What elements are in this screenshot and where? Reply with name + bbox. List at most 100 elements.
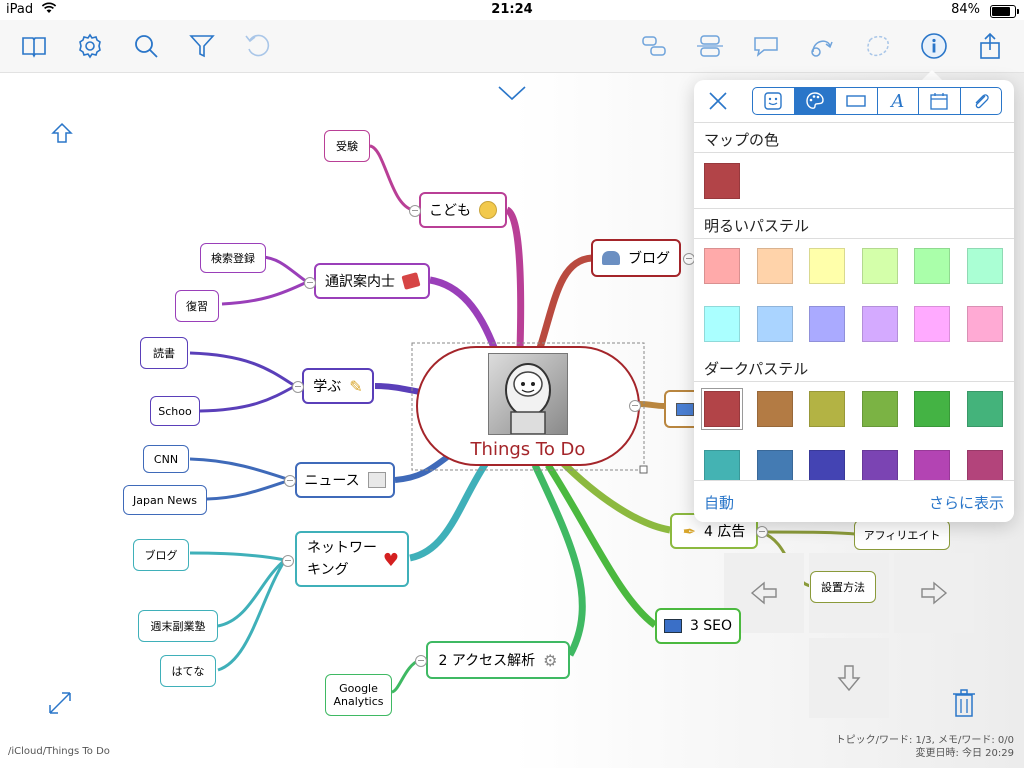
color-swatch[interactable] bbox=[914, 248, 950, 284]
color-swatch[interactable] bbox=[704, 248, 740, 284]
expand-icon[interactable] bbox=[47, 690, 73, 720]
color-swatch[interactable] bbox=[704, 306, 740, 342]
color-swatch-map[interactable] bbox=[704, 163, 740, 199]
font-icon: A bbox=[891, 90, 905, 112]
topic-japan-news[interactable]: Japan News bbox=[123, 485, 207, 515]
tab-font[interactable]: A bbox=[878, 88, 919, 114]
topic-news[interactable]: ニュース bbox=[295, 462, 395, 498]
pen-icon: ✒ bbox=[682, 521, 697, 541]
topic-blog-leaf[interactable]: ブログ bbox=[133, 539, 189, 571]
topic-kensaku[interactable]: 検索登録 bbox=[200, 243, 266, 273]
dpad-down[interactable] bbox=[809, 638, 889, 718]
topic-label: ブログ bbox=[628, 251, 670, 267]
collapse-toggle[interactable] bbox=[282, 555, 294, 567]
topic-label: 復習 bbox=[186, 300, 208, 313]
topic-label: こども bbox=[429, 203, 471, 219]
topic-label: ニュース bbox=[304, 473, 360, 489]
topic-label-line: Analytics bbox=[333, 695, 384, 708]
topic-networking[interactable]: ネットワー キング ♥ bbox=[295, 531, 409, 587]
topic-label: 3 SEO bbox=[689, 618, 733, 634]
collapse-toggle[interactable] bbox=[304, 277, 316, 289]
color-swatch[interactable] bbox=[756, 248, 793, 284]
close-icon[interactable] bbox=[708, 91, 728, 115]
topic-blog[interactable]: ブログ bbox=[591, 239, 681, 277]
collapse-toggle[interactable] bbox=[292, 381, 304, 393]
topic-jyuken[interactable]: 受験 bbox=[324, 130, 370, 162]
topic-affiliate[interactable]: アフィリエイト bbox=[854, 520, 950, 550]
central-topic[interactable]: Things To Do bbox=[416, 346, 640, 466]
topic-label: アフィリエイト bbox=[863, 529, 941, 542]
topic-setchi[interactable]: 設置方法 bbox=[810, 571, 876, 603]
topic-tsuyaku[interactable]: 通訳案内士 bbox=[314, 263, 430, 299]
topic-label: 週末副業塾 bbox=[150, 620, 206, 633]
popover-footer: 自動 さらに表示 bbox=[694, 480, 1014, 522]
newspaper-icon bbox=[367, 472, 386, 488]
dpad-right[interactable] bbox=[894, 553, 974, 633]
tab-emoji[interactable] bbox=[753, 88, 795, 114]
central-topic-label: Things To Do bbox=[470, 438, 586, 460]
topic-label-line: キング bbox=[307, 562, 349, 578]
tab-calendar[interactable] bbox=[919, 88, 961, 114]
collapse-toggle[interactable] bbox=[756, 526, 768, 538]
color-swatch[interactable] bbox=[966, 248, 1003, 284]
topic-seo[interactable]: 3 SEO bbox=[655, 608, 741, 644]
show-more-button[interactable]: さらに表示 bbox=[929, 492, 1004, 513]
topic-manabu[interactable]: 学ぶ ✎ bbox=[302, 368, 374, 404]
topic-hatena[interactable]: はてな bbox=[160, 655, 216, 687]
topic-label: 学ぶ bbox=[313, 379, 342, 395]
topic-shumatsu[interactable]: 週末副業塾 bbox=[138, 610, 218, 642]
collapse-map-icon[interactable] bbox=[497, 84, 527, 106]
laptop-icon bbox=[676, 402, 694, 416]
collapse-toggle[interactable] bbox=[415, 655, 427, 667]
color-swatch[interactable] bbox=[861, 248, 898, 284]
tab-shape[interactable] bbox=[836, 88, 878, 114]
collapse-toggle[interactable] bbox=[284, 475, 296, 487]
topic-access[interactable]: 2 アクセス解析 ⚙ bbox=[426, 641, 570, 679]
pencil-icon: ✎ bbox=[349, 376, 363, 396]
topic-label: Japan News bbox=[133, 493, 197, 507]
paperclip-icon bbox=[975, 94, 989, 109]
tab-palette[interactable] bbox=[794, 88, 836, 114]
popover-header: A bbox=[694, 80, 1014, 123]
emoji-icon bbox=[764, 92, 782, 110]
section-map-color: マップの色 bbox=[704, 131, 780, 149]
color-swatch[interactable] bbox=[756, 306, 793, 342]
color-swatch[interactable] bbox=[966, 306, 1003, 342]
popover-caret bbox=[922, 70, 942, 80]
file-path: /iCloud/Things To Do bbox=[8, 746, 110, 757]
divider bbox=[694, 381, 1014, 382]
topic-google-analytics[interactable]: Google Analytics bbox=[325, 674, 392, 716]
topic-label: 読書 bbox=[153, 347, 175, 360]
divider bbox=[694, 208, 1014, 209]
color-swatch[interactable] bbox=[809, 248, 845, 284]
section-dark-pastel: ダークパステル bbox=[704, 360, 809, 378]
style-popover: A マップの色 明るいパステル ダークパステル 自動 さらに表示 bbox=[694, 80, 1014, 522]
color-swatch[interactable] bbox=[809, 306, 845, 342]
color-swatch[interactable] bbox=[914, 391, 950, 427]
topic-dokusho[interactable]: 読書 bbox=[140, 337, 188, 369]
topic-cnn[interactable]: CNN bbox=[143, 445, 189, 473]
gear-small-icon: ⚙ bbox=[543, 650, 558, 670]
topic-label-line: ネットワー bbox=[307, 540, 377, 556]
topic-schoo[interactable]: Schoo bbox=[150, 396, 200, 426]
trash-icon[interactable] bbox=[952, 688, 976, 722]
color-swatch[interactable] bbox=[861, 306, 898, 342]
topic-kodomo[interactable]: こども bbox=[419, 192, 507, 228]
color-swatch[interactable] bbox=[861, 391, 898, 427]
tab-attachment[interactable] bbox=[961, 88, 1002, 114]
color-swatch[interactable] bbox=[914, 306, 950, 342]
topic-word-count: トピック/ワード: 1/3, メモ/ワード: 0/0 bbox=[835, 735, 1014, 746]
color-swatch[interactable] bbox=[756, 391, 793, 427]
section-bright-pastel: 明るいパステル bbox=[704, 217, 810, 235]
color-swatch[interactable] bbox=[966, 391, 1003, 427]
color-swatch[interactable] bbox=[702, 389, 742, 429]
divider bbox=[694, 238, 1014, 239]
navigate-up-icon[interactable] bbox=[51, 122, 73, 148]
auto-button[interactable]: 自動 bbox=[704, 492, 734, 513]
topic-fukushu[interactable]: 復習 bbox=[175, 290, 219, 322]
color-swatch[interactable] bbox=[809, 391, 845, 427]
collapse-toggle[interactable] bbox=[409, 205, 421, 217]
smiley-icon bbox=[479, 201, 497, 219]
topic-label: はてな bbox=[171, 665, 205, 678]
collapse-toggle[interactable] bbox=[629, 400, 641, 412]
